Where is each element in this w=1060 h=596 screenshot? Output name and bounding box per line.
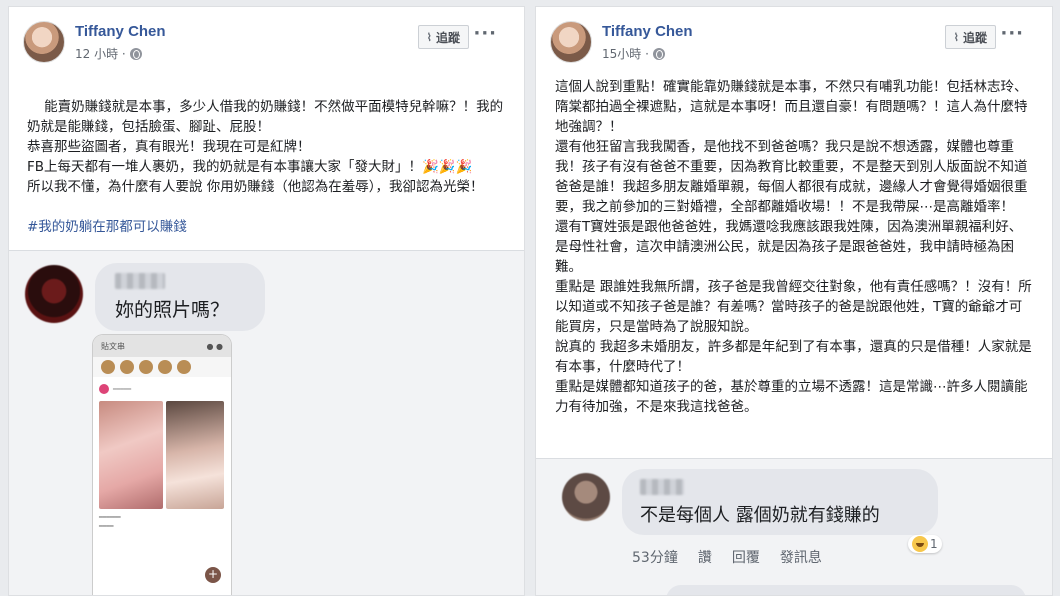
comment-bubble: 妳的照片嗎？ <box>95 263 265 331</box>
follow-label: 追蹤 <box>435 30 460 45</box>
commenter-avatar[interactable] <box>562 473 610 521</box>
screenshot-header: 貼文串 ● ● <box>93 335 231 357</box>
reply-link[interactable]: 回覆 <box>732 547 760 567</box>
next-comment-bubble <box>666 585 1026 595</box>
screenshot-photo <box>166 401 224 509</box>
post-meta: 12 小時 · <box>75 45 142 62</box>
more-options-icon[interactable]: ··· <box>1000 23 1024 44</box>
comment-actions: 53分鐘 讚 回覆 發訊息 <box>632 547 822 567</box>
right-post-card: Tiffany Chen 15小時 · ⌇ 追蹤 ··· 這個人說到重點！確實能… <box>535 6 1053 596</box>
commenter-name-blurred[interactable] <box>640 479 684 495</box>
rss-icon: ⌇ <box>953 30 959 44</box>
post-time[interactable]: 15小時 · <box>602 45 649 62</box>
post-text: 能賣奶賺錢就是本事，多少人借我的奶賺錢！不然做平面模特兒幹嘛？！我的奶就是能賺錢… <box>27 99 504 195</box>
author-name[interactable]: Tiffany Chen <box>75 23 166 40</box>
hashtag-link[interactable]: #我的奶躺在那都可以賺錢 <box>27 217 505 237</box>
post-body: 這個人說到重點！確實能靠奶賺錢就是本事，不然只有哺乳功能！包括林志玲、隋棠都拍過… <box>555 79 1032 415</box>
screenshot-header-icons: ● ● <box>206 341 223 351</box>
globe-icon <box>652 47 665 60</box>
post-body: 能賣奶賺錢就是本事，多少人借我的奶賺錢！不然做平面模特兒幹嘛？！我的奶就是能賺錢… <box>27 77 505 277</box>
commenter-avatar[interactable] <box>25 265 83 323</box>
comment-time[interactable]: 53分鐘 <box>632 547 678 567</box>
screenshot-user-row: ━━━━━ <box>93 377 231 401</box>
left-post-card: Tiffany Chen 12 小時 · ⌇ 追蹤 ··· 能賣奶賺錢就是本事，… <box>8 6 525 596</box>
post-meta: 15小時 · <box>602 45 665 62</box>
globe-icon <box>129 47 142 60</box>
follow-button[interactable]: ⌇ 追蹤 <box>944 25 996 49</box>
comment-text: 不是每個人 露個奶就有錢賺的 <box>640 505 880 526</box>
author-name[interactable]: Tiffany Chen <box>602 23 693 40</box>
follow-label: 追蹤 <box>962 30 987 45</box>
comment-attached-screenshot[interactable]: 貼文串 ● ● ━━━━━ ━━━━━━ ━━━━ + <box>93 335 231 595</box>
author-avatar[interactable] <box>23 21 65 63</box>
comments-section: 不是每個人 露個奶就有錢賺的 1 53分鐘 讚 回覆 發訊息 <box>536 459 1052 595</box>
message-link[interactable]: 發訊息 <box>780 547 822 567</box>
screenshot-header-label: 貼文串 <box>101 341 125 351</box>
post-time[interactable]: 12 小時 · <box>75 45 126 62</box>
screenshot-caption: ━━━━━━ ━━━━ <box>99 514 121 530</box>
screenshot-sticker-row <box>93 357 231 377</box>
screenshot-photos <box>93 401 231 509</box>
more-options-icon[interactable]: ··· <box>473 23 497 44</box>
post-header: Tiffany Chen 15小時 · ⌇ 追蹤 ··· <box>550 21 1030 67</box>
comment-text: 妳的照片嗎？ <box>115 299 230 321</box>
haha-reaction-icon <box>912 536 928 552</box>
comment-bubble: 不是每個人 露個奶就有錢賺的 <box>622 469 938 535</box>
author-avatar[interactable] <box>550 21 592 63</box>
post-header: Tiffany Chen 12 小時 · ⌇ 追蹤 ··· <box>23 21 503 67</box>
reaction-summary[interactable]: 1 <box>908 535 942 553</box>
like-link[interactable]: 讚 <box>698 547 712 567</box>
screenshot-photo <box>99 401 163 509</box>
reaction-count: 1 <box>930 537 938 551</box>
follow-button[interactable]: ⌇ 追蹤 <box>417 25 469 49</box>
screenshot-fab-icon: + <box>205 567 221 583</box>
commenter-name-blurred[interactable] <box>115 273 165 289</box>
rss-icon: ⌇ <box>426 30 432 44</box>
comments-section: 妳的照片嗎？ 貼文串 ● ● ━━━━━ ━━━━━━ ━━━━ + <box>9 251 524 595</box>
